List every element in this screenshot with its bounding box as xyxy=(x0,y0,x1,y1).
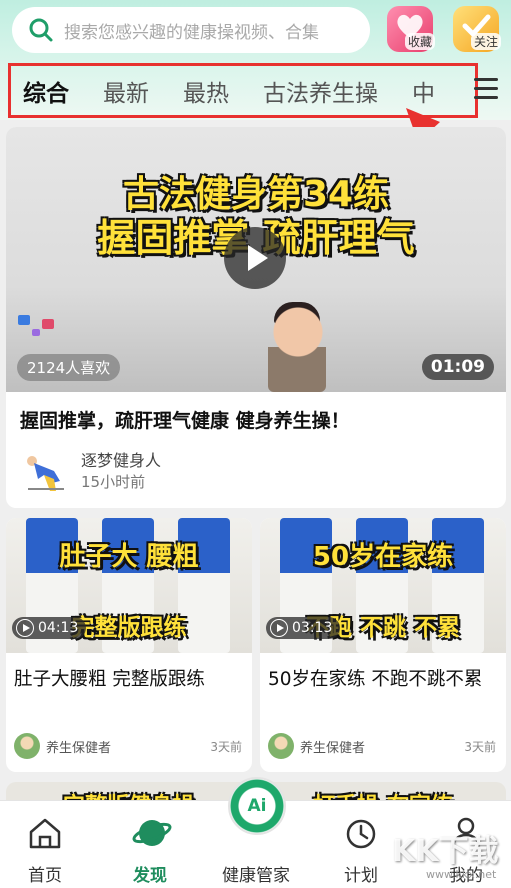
video-thumbnail[interactable]: 肚子大 腰粗 完整版跟练 04:13 xyxy=(6,518,252,653)
watermark: KK下载 xyxy=(392,834,499,869)
tab-ancient-exercise[interactable]: 古法养生操 xyxy=(263,74,378,108)
video-thumbnail[interactable]: 50岁在家练 不跑 不跳 不累 03:13 xyxy=(260,518,506,653)
featured-title[interactable]: 握固推掌，疏肝理气健康 健身养生操！ xyxy=(20,406,350,433)
timer-icon xyxy=(346,819,376,849)
post-time: 3天前 xyxy=(464,740,496,754)
author-avatar[interactable] xyxy=(14,733,40,759)
tab-latest[interactable]: 最新 xyxy=(103,74,149,108)
video-card[interactable]: 50岁在家练 不跑 不跳 不累 03:13 50岁在家练 不跑不跳不累 养生保健… xyxy=(260,518,506,772)
nav-health-manager[interactable]: Ai 健康管家 xyxy=(211,777,301,888)
favorites-label: 收藏 xyxy=(404,33,435,50)
chat-bubbles-icon xyxy=(18,315,54,336)
tab-more-partial[interactable]: 中 xyxy=(412,74,435,108)
thumbnail-caption-top: 50岁在家练 xyxy=(312,542,454,572)
planet-icon xyxy=(132,820,172,846)
duration-text: 03:13 xyxy=(292,620,333,636)
follow-button[interactable]: 关注 xyxy=(453,6,501,52)
video-title[interactable]: 50岁在家练 不跑不跳不累 xyxy=(268,667,500,693)
author-name[interactable]: 逐梦健身人 xyxy=(81,447,161,471)
tab-comprehensive[interactable]: 综合 xyxy=(23,74,69,112)
duration-text: 04:13 xyxy=(38,620,79,636)
ai-badge-text: Ai xyxy=(247,796,267,816)
search-placeholder[interactable]: 搜索您感兴趣的健康操视频、合集 xyxy=(64,18,319,43)
video-card[interactable]: 肚子大 腰粗 完整版跟练 04:13 肚子大腰粗 完整版跟练 养生保健者 3天前 xyxy=(6,518,252,772)
duration-badge: 01:09 xyxy=(421,354,494,380)
category-tabs: 综合 最新 最热 古法养生操 中 xyxy=(8,63,478,118)
nav-discover[interactable]: 发现 xyxy=(105,801,195,888)
featured-thumbnail[interactable]: 古法健身第34练 握固推掌 疏肝理气 2124人喜欢 01:09 xyxy=(6,127,506,392)
author-avatar[interactable] xyxy=(24,449,66,495)
duration-badge: 04:13 xyxy=(12,617,87,639)
presenter-figure xyxy=(268,302,326,392)
menu-icon[interactable] xyxy=(474,78,498,100)
follow-label: 关注 xyxy=(470,33,501,50)
play-button[interactable] xyxy=(224,227,286,289)
nav-home[interactable]: 首页 xyxy=(0,801,90,888)
duration-badge: 03:13 xyxy=(266,617,341,639)
featured-video-card[interactable]: 古法健身第34练 握固推掌 疏肝理气 2124人喜欢 01:09 握固推掌，疏肝… xyxy=(6,127,506,508)
author-avatar[interactable] xyxy=(268,733,294,759)
play-circle-icon xyxy=(270,619,288,637)
home-icon xyxy=(29,818,61,849)
nav-discover-label: 发现 xyxy=(133,866,167,886)
nav-health-manager-label: 健康管家 xyxy=(222,866,290,886)
search-bar[interactable]: 搜索您感兴趣的健康操视频、合集 xyxy=(12,7,370,53)
video-title[interactable]: 肚子大腰粗 完整版跟练 xyxy=(14,667,246,693)
tab-hottest[interactable]: 最热 xyxy=(183,74,229,108)
author-name[interactable]: 养生保健者 xyxy=(46,737,111,756)
author-name[interactable]: 养生保健者 xyxy=(300,737,365,756)
nav-home-label: 首页 xyxy=(28,866,62,886)
post-time: 15小时前 xyxy=(81,473,146,491)
watermark-url: www.kkx.net xyxy=(426,868,497,881)
play-circle-icon xyxy=(16,619,34,637)
search-icon xyxy=(29,18,53,42)
thumbnail-caption-top: 肚子大 腰粗 xyxy=(59,542,199,572)
favorites-button[interactable]: 收藏 xyxy=(387,6,435,52)
likes-badge: 2124人喜欢 xyxy=(17,354,121,381)
post-time: 3天前 xyxy=(210,740,242,754)
ai-icon: Ai xyxy=(228,777,286,835)
